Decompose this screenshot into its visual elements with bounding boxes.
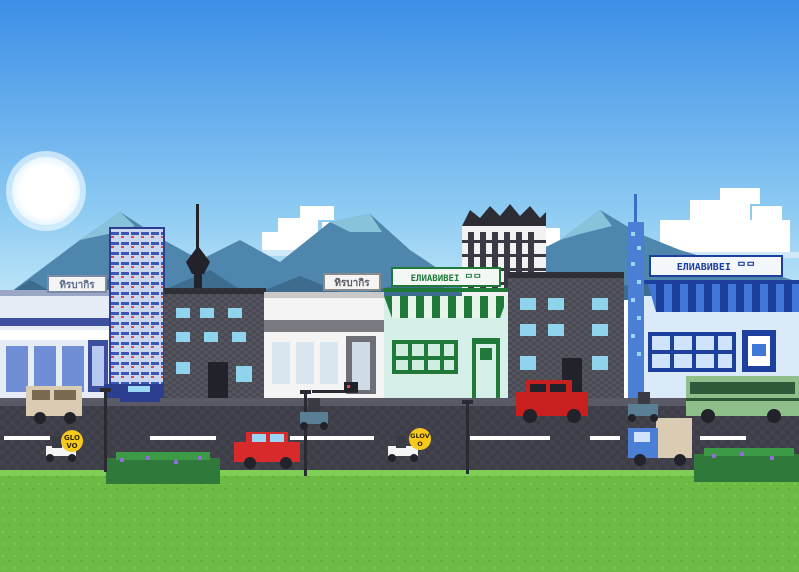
blue-car-small (120, 384, 160, 402)
pixel-city-canvas: ทิรบากิร ทิรบากิร ЕЛИАВИВЕІ ᄆᄆ ЕЛИАВИВЕІ… (0, 0, 799, 572)
store-sign-3: ЕЛИАВИВЕІ ᄆᄆ (411, 273, 482, 284)
store-sign-4: ЕЛИАВИВЕІ ᄆᄆ (677, 261, 756, 273)
street-scene: ทิรบากิร ทิรบากิร ЕЛИАВИВЕІ ᄆᄆ ЕЛИАВИВЕІ… (0, 0, 799, 572)
glovo-badge-1-text-bottom: VO (66, 442, 77, 450)
store-sign-2: ทิรบากิร (334, 277, 370, 289)
dark-brick-building (164, 288, 266, 404)
green-awning-shop: ЕЛИАВИВЕІ ᄆᄆ (384, 267, 508, 404)
blue-awning (648, 284, 799, 312)
green-awning (384, 296, 508, 318)
glovo-badge-2-text-bottom: O (417, 440, 423, 448)
glovo-badge-1-text-top: GLO (64, 434, 80, 442)
tall-office-tower (104, 227, 170, 400)
blue-spire-tower (628, 194, 644, 398)
bush-right (694, 448, 799, 482)
grass-field (0, 470, 799, 572)
store-sign-1: ทิรบากิร (59, 279, 95, 291)
sun (12, 157, 80, 225)
white-shop: ทิรบากิร (264, 273, 384, 404)
glovo-badge-2-text-top: GLOV (410, 432, 430, 440)
green-bus (686, 376, 799, 423)
bush-left (106, 452, 220, 484)
